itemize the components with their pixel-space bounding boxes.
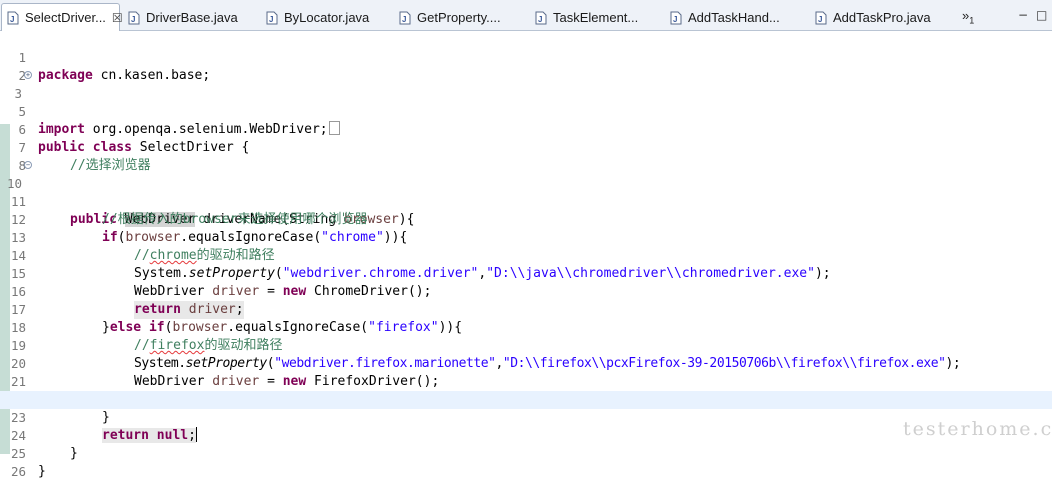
code-line: 5 [0, 85, 1052, 119]
code-line: 18 //firefox的驱动和路径 [0, 301, 1052, 353]
code-line: 21 return driver; [0, 355, 1052, 409]
code-line: 6 public class SelectDriver { [0, 103, 1052, 155]
tab-overflow-button[interactable]: »1 [962, 8, 974, 26]
code-line: 13 //chrome的驱动和路径 [0, 211, 1052, 263]
java-file-icon: J [670, 11, 682, 25]
java-file-icon: J [815, 11, 827, 25]
tab-driverbase[interactable]: J DriverBase.java [128, 4, 238, 31]
code-line: 11 //根据传入的browser来选择使用哪个浏览器 [0, 175, 1052, 227]
code-line: 14 System.setProperty("webdriver.chrome.… [0, 229, 1052, 281]
java-file-icon: J [128, 11, 140, 25]
code-line: 20 WebDriver driver = new FirefoxDriver(… [0, 337, 1052, 389]
code-line: 16 return driver; [0, 265, 1052, 319]
maximize-icon[interactable]: □ [1036, 8, 1047, 22]
code-line: 19 System.setProperty("webdriver.firefox… [0, 319, 1052, 371]
tab-addtaskhand[interactable]: J AddTaskHand... [670, 4, 780, 31]
code-line: 22 } [0, 373, 1052, 425]
tab-label: AddTaskHand... [688, 10, 780, 25]
tab-label: TaskElement... [553, 10, 639, 25]
java-file-icon: J [7, 11, 19, 25]
svg-text:J: J [131, 15, 135, 24]
code-line: 24 } [0, 409, 1052, 461]
tab-label: ByLocator.java [284, 10, 370, 25]
tab-label: GetProperty.... [417, 10, 501, 25]
svg-text:J: J [818, 15, 822, 24]
collapse-fold-icon[interactable]: − [24, 161, 32, 169]
svg-text:J: J [538, 15, 542, 24]
line-number: 26 [10, 464, 26, 479]
code-line: 25 } [0, 427, 1052, 479]
tab-taskelement[interactable]: J TaskElement... [535, 4, 638, 31]
code-line: 15 WebDriver driver = new ChromeDriver()… [0, 247, 1052, 299]
code-line: 26 [0, 445, 1052, 479]
svg-text:J: J [10, 15, 14, 24]
code-line: 12 if(browser.equalsIgnoreCase("chrome")… [0, 193, 1052, 245]
code-editor[interactable]: 1 package cn.kasen.base; 2 3 + import or… [0, 31, 1052, 479]
tab-label: AddTaskPro.java [833, 10, 931, 25]
overflow-count: 1 [969, 15, 975, 26]
expand-fold-icon[interactable]: + [24, 71, 32, 79]
java-file-icon: J [399, 11, 411, 25]
tab-getproperty[interactable]: J GetProperty.... [399, 4, 501, 31]
code-line: 10 − public WebDriver driverName(String … [0, 157, 1052, 227]
java-file-icon: J [266, 11, 278, 25]
minimize-icon[interactable]: − [1018, 8, 1028, 22]
java-file-icon: J [535, 11, 547, 25]
code-line: 2 [0, 49, 1052, 83]
code-line: 3 + import org.openqa.selenium.WebDriver… [0, 67, 1052, 137]
code-line: 8 [0, 139, 1052, 173]
code-line: 1 package cn.kasen.base; [0, 31, 1052, 83]
tab-selectdriver[interactable]: J SelectDriver... ☒ [1, 3, 123, 31]
svg-text:J: J [673, 15, 677, 24]
watermark: testerhome.com [903, 418, 1052, 440]
tab-label: DriverBase.java [146, 10, 238, 25]
close-tab-icon[interactable]: ☒ [112, 11, 123, 25]
code-line: 17 }else if(browser.equalsIgnoreCase("fi… [0, 283, 1052, 335]
current-code-line: 23 return null; [0, 391, 1052, 443]
svg-text:J: J [269, 15, 273, 24]
tab-bylocator[interactable]: J ByLocator.java [266, 4, 369, 31]
svg-text:J: J [402, 15, 406, 24]
tab-label: SelectDriver... [25, 10, 106, 25]
code-text: } [38, 464, 46, 479]
code-line: 7 //选择浏览器 [0, 121, 1052, 173]
tab-addtaskpro[interactable]: J AddTaskPro.java [815, 4, 931, 31]
editor-tab-bar: J SelectDriver... ☒ J DriverBase.java J … [0, 0, 1052, 31]
